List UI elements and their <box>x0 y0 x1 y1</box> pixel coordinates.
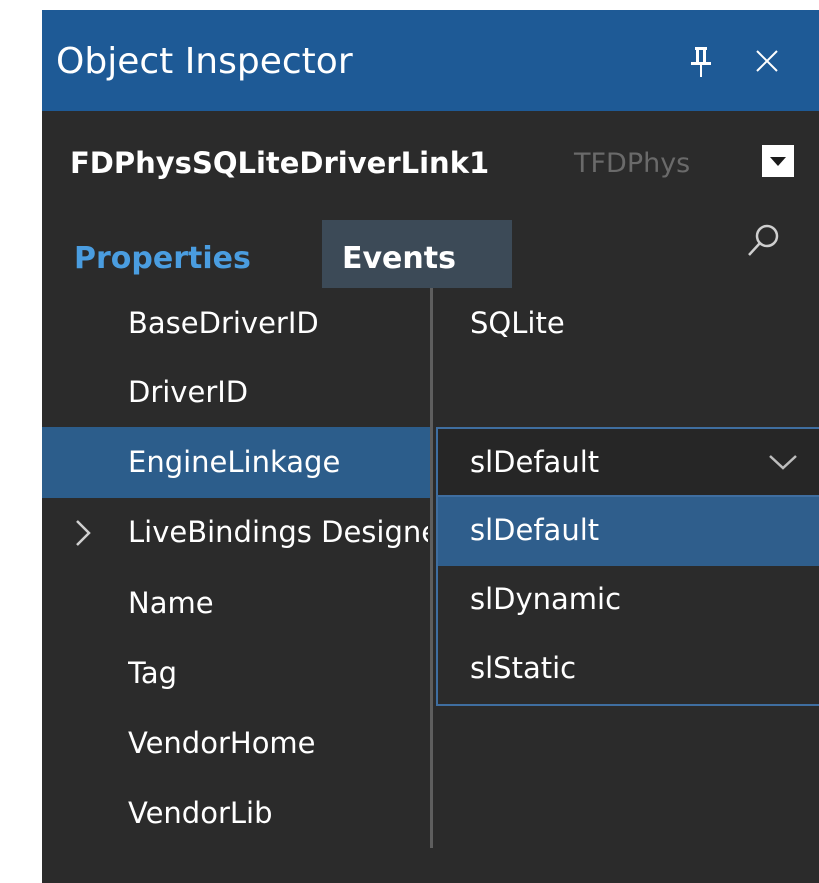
property-row-enginelinkage[interactable]: EngineLinkage slDefault <box>42 427 819 498</box>
dropdown-option-sldynamic[interactable]: slDynamic <box>438 566 819 635</box>
property-name-cell[interactable]: BaseDriverID <box>42 288 430 359</box>
tab-properties-label: Properties <box>74 241 251 276</box>
property-name-cell[interactable]: Name <box>42 568 430 639</box>
object-name: FDPhysSQLiteDriverLink1 <box>70 146 490 180</box>
option-label: slDynamic <box>470 582 622 616</box>
tab-bar: Properties Events <box>42 208 819 288</box>
property-row-driverid[interactable]: DriverID <box>42 357 819 428</box>
property-grid: BaseDriverID SQLite DriverID EngineLinka… <box>42 288 819 883</box>
object-inspector-window: Object Inspector FDPhysSQLiteDriverLink1… <box>42 10 819 883</box>
property-name-cell[interactable]: EngineLinkage <box>42 427 430 498</box>
property-name: EngineLinkage <box>128 445 341 479</box>
dropdown-option-slstatic[interactable]: slStatic <box>438 635 819 704</box>
option-label: slDefault <box>470 513 600 547</box>
property-value[interactable]: SQLite <box>470 304 565 342</box>
tab-events-label: Events <box>342 241 456 276</box>
property-name-cell[interactable]: VendorLib <box>42 778 430 849</box>
property-name: Name <box>128 586 214 620</box>
property-name: DriverID <box>128 375 249 409</box>
chevron-down-icon[interactable] <box>768 451 798 473</box>
pin-icon[interactable] <box>688 46 714 78</box>
chevron-right-icon[interactable] <box>74 519 92 547</box>
property-name-cell[interactable]: DriverID <box>42 357 430 428</box>
engine-linkage-select[interactable]: slDefault <box>436 427 819 498</box>
dropdown-arrow-icon[interactable] <box>762 145 794 177</box>
property-name-cell[interactable]: Tag <box>42 638 430 709</box>
property-row-vendorhome[interactable]: VendorHome <box>42 708 819 779</box>
object-selector[interactable]: FDPhysSQLiteDriverLink1 TFDPhys <box>42 111 819 208</box>
search-icon[interactable] <box>746 222 782 258</box>
property-name-cell[interactable]: LiveBindings Designer <box>42 497 430 568</box>
property-name: VendorLib <box>128 796 273 830</box>
property-name: LiveBindings Designer <box>128 515 428 549</box>
property-row-vendorlib[interactable]: VendorLib <box>42 778 819 849</box>
property-name: BaseDriverID <box>128 306 319 340</box>
property-row-basedriverid[interactable]: BaseDriverID SQLite <box>42 288 819 359</box>
option-label: slStatic <box>470 651 577 685</box>
close-icon[interactable] <box>756 50 778 72</box>
title-bar: Object Inspector <box>42 10 819 111</box>
select-value: slDefault <box>470 445 600 479</box>
property-name: VendorHome <box>128 726 316 760</box>
engine-linkage-dropdown-list: slDefault slDynamic slStatic <box>436 495 819 706</box>
dropdown-option-sldefault[interactable]: slDefault <box>438 497 819 566</box>
tab-properties[interactable]: Properties <box>42 220 322 288</box>
tab-events[interactable]: Events <box>322 220 512 288</box>
property-name-cell[interactable]: VendorHome <box>42 708 430 779</box>
object-type: TFDPhys <box>574 148 691 179</box>
property-name: Tag <box>128 656 178 690</box>
window-title: Object Inspector <box>56 41 353 82</box>
